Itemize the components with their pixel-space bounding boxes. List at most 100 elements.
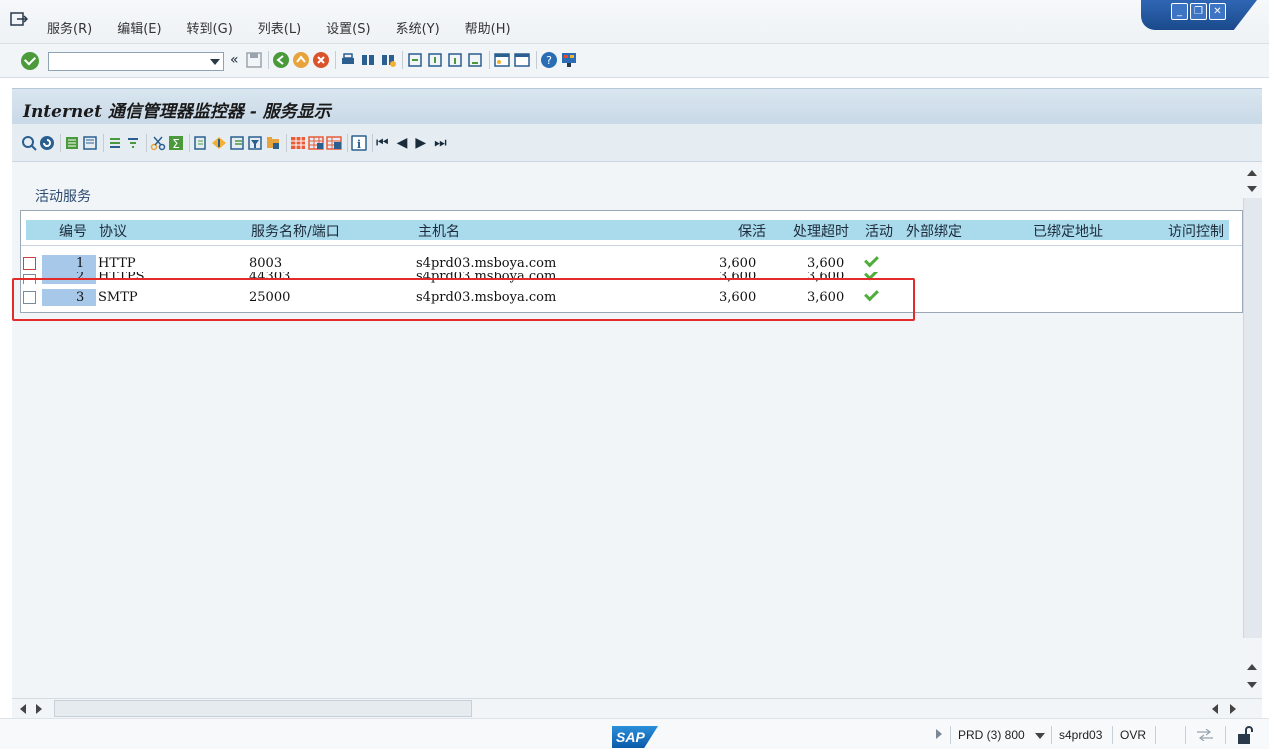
scroll-up-icon[interactable] <box>1247 170 1257 176</box>
first-record-icon[interactable]: ⏮ <box>376 135 389 151</box>
menu-edit[interactable]: 编辑(E) <box>117 18 161 37</box>
info-icon[interactable]: i <box>351 135 367 151</box>
filter-icon[interactable] <box>247 135 263 151</box>
last-page-icon[interactable] <box>466 51 484 69</box>
col-external-bind[interactable]: 外部绑定 <box>906 221 962 241</box>
menu-help[interactable]: 帮助(H) <box>465 18 511 37</box>
insert-mode[interactable]: OVR <box>1120 728 1146 742</box>
close-icon[interactable]: ✕ <box>1209 3 1226 20</box>
row-keepalive: 3,600 <box>719 256 757 271</box>
lock-icon[interactable] <box>1236 725 1254 745</box>
row-number-cell <box>42 255 96 272</box>
layout-menu-icon[interactable] <box>560 51 578 69</box>
col-number[interactable]: 编号 <box>59 221 87 241</box>
help-icon[interactable]: ? <box>540 51 558 69</box>
row-select-checkbox[interactable] <box>23 257 36 270</box>
col-timeout[interactable]: 处理超时 <box>793 221 849 241</box>
horizontal-scrollbar[interactable] <box>12 698 1262 718</box>
scroll-left-end-icon[interactable] <box>1212 704 1218 714</box>
print-icon[interactable] <box>339 51 357 69</box>
menu-system[interactable]: 系统(Y) <box>396 18 440 37</box>
scroll-right-end-icon[interactable] <box>1230 704 1236 714</box>
previous-record-icon[interactable]: ◀ <box>397 135 408 151</box>
choose-layout-icon[interactable] <box>308 135 324 151</box>
header-divider <box>21 245 1242 246</box>
connection-icon <box>1197 729 1213 741</box>
scroll-down-icon[interactable] <box>1247 186 1257 192</box>
next-page-icon[interactable] <box>446 51 464 69</box>
row-service: 8003 <box>249 256 283 271</box>
table-row[interactable]: 1 HTTP 8003 s4prd03.msboya.com 3,600 3,6… <box>21 255 1242 272</box>
system-dropdown-icon[interactable] <box>1035 733 1045 739</box>
col-protocol[interactable]: 协议 <box>99 221 127 241</box>
sap-logo: SAP <box>612 726 658 748</box>
col-bound-address[interactable]: 已绑定地址 <box>1033 221 1103 241</box>
spreadsheet-icon[interactable] <box>229 135 245 151</box>
menu-exit-icon[interactable] <box>10 11 28 27</box>
refresh-icon[interactable] <box>39 135 55 151</box>
enter-check-icon[interactable] <box>21 52 39 70</box>
menu-service[interactable]: 服务(R) <box>47 18 92 37</box>
layout-icon[interactable] <box>290 135 306 151</box>
window-controls: _ ❐ ✕ <box>1141 0 1269 30</box>
page-title: Internet 通信管理器监控器 - 服务显示 <box>23 102 331 122</box>
sort-descending-icon[interactable] <box>125 135 141 151</box>
find-icon[interactable] <box>359 51 377 69</box>
highlight-box <box>12 278 915 321</box>
folder-icon[interactable] <box>265 135 281 151</box>
restore-icon[interactable]: ❐ <box>1190 3 1207 20</box>
content-area: 活动服务 编号 协议 服务名称/端口 主机名 保活 处理超时 活动 外部绑定 已… <box>12 162 1243 698</box>
command-dropdown-icon[interactable] <box>210 59 220 65</box>
col-active[interactable]: 活动 <box>865 221 893 241</box>
cancel-icon[interactable] <box>312 51 330 69</box>
vertical-scrollbar[interactable] <box>1243 162 1262 698</box>
exit-icon[interactable] <box>292 51 310 69</box>
next-record-icon[interactable]: ▶ <box>415 135 426 151</box>
status-expand-icon[interactable] <box>936 729 942 739</box>
back-icon[interactable] <box>272 51 290 69</box>
first-page-icon[interactable] <box>406 51 424 69</box>
minimize-icon[interactable]: _ <box>1171 3 1188 20</box>
menu-settings[interactable]: 设置(S) <box>326 18 370 37</box>
export-icon[interactable] <box>193 135 209 151</box>
scroll-right-icon[interactable] <box>36 704 42 714</box>
row-host: s4prd03.msboya.com <box>416 256 557 271</box>
col-access-control[interactable]: 访问控制 <box>1168 221 1224 241</box>
menu-items: 服务(R) 编辑(E) 转到(G) 列表(L) 设置(S) 系统(Y) 帮助(H… <box>47 18 536 37</box>
svg-text:Σ: Σ <box>172 137 180 151</box>
last-record-icon[interactable]: ⏭ <box>434 135 447 151</box>
command-field[interactable] <box>48 52 224 71</box>
scroll-down-bottom-icon[interactable] <box>1247 682 1257 688</box>
menu-list[interactable]: 列表(L) <box>258 18 301 37</box>
row-number: 1 <box>76 256 85 271</box>
col-keepalive[interactable]: 保活 <box>738 221 766 241</box>
create-session-icon[interactable] <box>493 51 511 69</box>
col-service[interactable]: 服务名称/端口 <box>251 221 340 241</box>
application-toolbar: Σ i ⏮ ◀ ▶ ⏭ <box>12 124 1262 162</box>
active-check-icon <box>863 256 877 270</box>
sort-ascending-icon[interactable] <box>107 135 123 151</box>
sum-icon[interactable]: Σ <box>168 135 184 151</box>
save-icon[interactable] <box>245 51 263 69</box>
server-name: s4prd03 <box>1059 728 1103 742</box>
group-title: 活动服务 <box>35 189 91 205</box>
find-next-icon[interactable] <box>379 51 397 69</box>
collapse-icon[interactable]: « <box>230 52 239 68</box>
scroll-left-icon[interactable] <box>20 704 26 714</box>
standard-toolbar-icons: « ? <box>230 51 580 69</box>
scroll-up-bottom-icon[interactable] <box>1247 664 1257 670</box>
col-host[interactable]: 主机名 <box>418 221 460 241</box>
save-layout-icon[interactable] <box>326 135 342 151</box>
cut-icon[interactable] <box>150 135 166 151</box>
details-icon[interactable] <box>21 135 37 151</box>
menu-bar: 服务(R) 编辑(E) 转到(G) 列表(L) 设置(S) 系统(Y) 帮助(H… <box>0 0 1269 44</box>
scroll-track[interactable] <box>1243 198 1262 638</box>
shortcut-icon[interactable] <box>513 51 531 69</box>
prev-page-icon[interactable] <box>426 51 444 69</box>
system-info[interactable]: PRD (3) 800 <box>958 728 1025 742</box>
menu-goto[interactable]: 转到(G) <box>187 18 233 37</box>
mail-icon[interactable] <box>211 135 227 151</box>
deselect-all-icon[interactable] <box>82 135 98 151</box>
select-all-icon[interactable] <box>64 135 80 151</box>
horizontal-scroll-thumb[interactable] <box>54 700 472 717</box>
